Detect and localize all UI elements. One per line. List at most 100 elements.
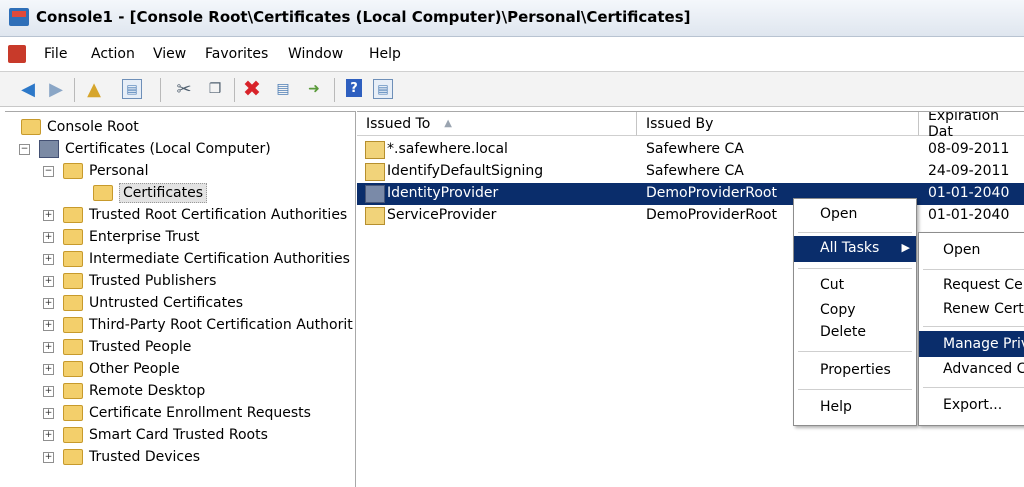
submenu-manage-private-keys[interactable]: Manage Priv [919, 331, 1024, 357]
tree-item-store[interactable]: Certificate Enrollment Requests [63, 402, 311, 424]
expand-icon[interactable]: + [43, 254, 54, 265]
column-label: Issued To [366, 115, 431, 132]
menu-help[interactable]: Help [369, 46, 401, 62]
tree-item-certificates-local[interactable]: Certificates (Local Computer) [39, 138, 271, 160]
tree-item-store[interactable]: Other People [63, 358, 180, 380]
expand-icon[interactable]: + [43, 452, 54, 463]
toolbar-separator [334, 78, 335, 102]
column-header-expiration[interactable]: Expiration Dat [919, 112, 1024, 140]
tree-label: Trusted People [89, 339, 192, 355]
tree-item-store[interactable]: Enterprise Trust [63, 226, 199, 248]
certificate-icon [365, 163, 385, 181]
folder-icon [63, 427, 83, 443]
cut-icon[interactable]: ✂ [174, 79, 194, 100]
column-header-issued-by[interactable]: Issued By [637, 112, 919, 136]
menu-separator [798, 268, 912, 269]
expand-icon[interactable]: + [43, 276, 54, 287]
export-list-icon[interactable]: ➜ [304, 79, 324, 99]
tree-label: Trusted Root Certification Authorities [89, 207, 348, 223]
submenu-open[interactable]: Open [943, 242, 980, 258]
tree-label: Untrusted Certificates [89, 295, 243, 311]
forward-arrow-icon[interactable]: ▶ [46, 79, 66, 100]
window-title: Console1 - [Console Root\Certificates (L… [36, 8, 691, 26]
column-header-issued-to[interactable]: Issued To ▲ [357, 112, 637, 136]
menu-window[interactable]: Window [288, 46, 343, 62]
submenu-advanced-operations[interactable]: Advanced C [943, 361, 1024, 377]
toolbar: ◀ ▶ ▲ ▤ ✂ ❐ ✖ ▤ ➜ ? ▤ [0, 71, 1024, 107]
table-row[interactable]: IdentifyDefaultSigning Safewhere CA 24-0… [357, 161, 1024, 183]
cell-expiration: 01-01-2040 [928, 207, 1010, 223]
folder-icon [63, 207, 83, 223]
context-menu-open[interactable]: Open [820, 206, 857, 222]
tree-item-store[interactable]: Trusted Root Certification Authorities [63, 204, 347, 226]
tree-label: Enterprise Trust [89, 229, 200, 245]
tree-item-store[interactable]: Trusted People [63, 336, 191, 358]
context-menu-cut[interactable]: Cut [820, 277, 844, 293]
expand-icon[interactable]: + [43, 298, 54, 309]
menu-file[interactable]: File [44, 46, 67, 62]
expand-icon[interactable]: + [43, 320, 54, 331]
show-hide-tree-icon[interactable]: ▤ [122, 79, 142, 99]
menu-label: Manage Priv [943, 336, 1024, 352]
tree-item-console-root[interactable]: Console Root [21, 116, 139, 138]
folder-icon [63, 251, 83, 267]
expand-icon[interactable]: + [43, 232, 54, 243]
delete-icon[interactable]: ✖ [242, 77, 262, 102]
folder-icon [63, 405, 83, 421]
tree-item-certificates[interactable]: Certificates [93, 182, 208, 204]
expand-icon[interactable]: + [43, 430, 54, 441]
help-icon[interactable]: ? [346, 79, 362, 97]
cell-issued-to: IdentifyDefaultSigning [387, 163, 544, 179]
tree-label: Smart Card Trusted Roots [89, 427, 268, 443]
table-row-selected[interactable]: IdentityProvider DemoProviderRoot 01-01-… [357, 183, 1024, 205]
folder-icon [63, 383, 83, 399]
up-folder-icon[interactable]: ▲ [84, 79, 104, 100]
toolbar-separator [74, 78, 75, 102]
submenu-renew-certificate[interactable]: Renew Cert [943, 301, 1024, 317]
tree-pane[interactable]: Console Root − Certificates (Local Compu… [5, 111, 356, 487]
properties-icon[interactable]: ▤ [273, 79, 293, 99]
submenu-request-certificate[interactable]: Request Ce [943, 277, 1023, 293]
folder-icon [63, 295, 83, 311]
context-menu-all-tasks[interactable]: All Tasks ▶ [794, 236, 916, 262]
menu-separator [798, 389, 912, 390]
expand-icon[interactable]: + [43, 342, 54, 353]
cell-issued-by: DemoProviderRoot [646, 185, 777, 201]
menu-label: All Tasks [820, 240, 880, 256]
context-menu-help[interactable]: Help [820, 399, 852, 415]
tree-item-store[interactable]: Intermediate Certification Authorities [63, 248, 350, 270]
menu-bar: File Action View Favorites Window Help [0, 37, 1024, 70]
show-hide-action-pane-icon[interactable]: ▤ [373, 79, 393, 99]
tree-item-store[interactable]: Smart Card Trusted Roots [63, 424, 268, 446]
back-arrow-icon[interactable]: ◀ [18, 79, 38, 100]
tree-label: Intermediate Certification Authorities [89, 251, 350, 267]
expand-icon[interactable]: + [43, 386, 54, 397]
folder-icon [63, 229, 83, 245]
context-menu-properties[interactable]: Properties [820, 362, 891, 378]
menu-action[interactable]: Action [91, 46, 135, 62]
expand-icon[interactable]: + [43, 210, 54, 221]
collapse-icon[interactable]: − [19, 144, 30, 155]
context-menu-delete[interactable]: Delete [820, 324, 866, 340]
tree-item-store[interactable]: Trusted Devices [63, 446, 200, 468]
cell-issued-by: Safewhere CA [646, 163, 744, 179]
collapse-icon[interactable]: − [43, 166, 54, 177]
tree-item-store[interactable]: Untrusted Certificates [63, 292, 243, 314]
tree-item-store[interactable]: Trusted Publishers [63, 270, 216, 292]
tree-item-store[interactable]: Third-Party Root Certification Authorit [63, 314, 353, 336]
tree-item-personal[interactable]: Personal [63, 160, 149, 182]
context-menu-copy[interactable]: Copy [820, 302, 856, 318]
tree-item-store[interactable]: Remote Desktop [63, 380, 205, 402]
expand-icon[interactable]: + [43, 408, 54, 419]
table-row[interactable]: ServiceProvider DemoProviderRoot 01-01-2… [357, 205, 1024, 227]
column-label: Expiration Dat [928, 111, 1000, 140]
console-menu-icon[interactable] [8, 45, 26, 63]
menu-view[interactable]: View [153, 46, 186, 62]
all-tasks-submenu: Open Request Ce Renew Cert Manage Priv A… [918, 232, 1024, 426]
expand-icon[interactable]: + [43, 364, 54, 375]
submenu-export[interactable]: Export... [943, 397, 1002, 413]
table-row[interactable]: *.safewhere.local Safewhere CA 08-09-201… [357, 139, 1024, 161]
copy-icon[interactable]: ❐ [205, 79, 225, 99]
tree-label: Trusted Devices [89, 449, 201, 465]
menu-favorites[interactable]: Favorites [205, 46, 268, 62]
